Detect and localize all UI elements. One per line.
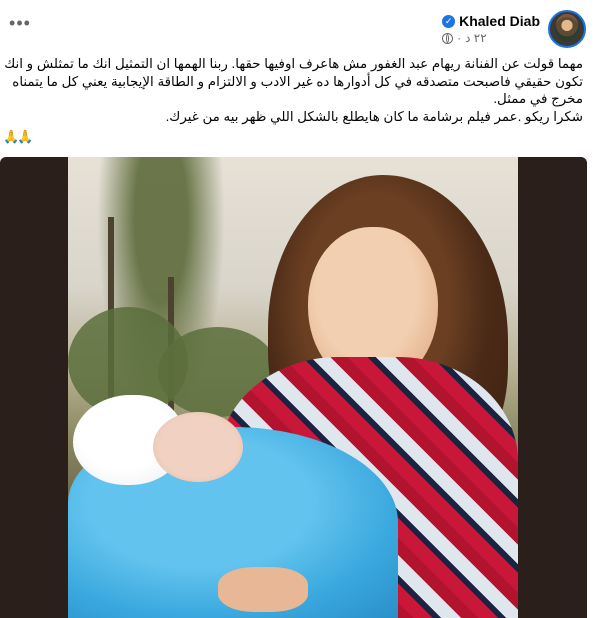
more-options-icon: ••• (9, 12, 31, 33)
post-text-line: مخرج في ممثل. (493, 91, 583, 106)
facebook-post: ••• ✓ Khaled Diab ٢٢ د · مهما قولت عن ال… (0, 0, 595, 618)
post-timestamp[interactable]: ٢٢ د (465, 31, 487, 45)
post-text-line: تكون حقيقي فاصبحت متصدقه في كل أدوارها د… (12, 73, 583, 89)
verified-badge-icon: ✓ (442, 14, 456, 28)
globe-icon (442, 32, 454, 44)
post-text-line: شكرا ريكو .عمر فيلم برشامة ما كان هايطلع… (165, 108, 583, 124)
post-meta: ✓ Khaled Diab ٢٢ د · (442, 13, 540, 45)
post-photo[interactable] (68, 157, 518, 618)
woman-hand (218, 567, 308, 612)
post-header: ✓ Khaled Diab ٢٢ د · (442, 8, 586, 50)
avatar[interactable] (548, 10, 586, 48)
baby-face (153, 412, 243, 482)
praying-hands-emoji: 🙏🙏 (3, 129, 33, 144)
post-text: مهما قولت عن الفنانة ريهام عبد الغفور مش… (4, 55, 583, 125)
more-options-button[interactable]: ••• (6, 12, 34, 34)
post-time-row: ٢٢ د · (442, 31, 487, 45)
post-media[interactable] (0, 157, 587, 618)
author-row: ✓ Khaled Diab (442, 13, 540, 29)
separator-dot: · (457, 31, 462, 45)
author-name[interactable]: Khaled Diab (459, 13, 540, 29)
post-text-line: مهما قولت عن الفنانة ريهام عبد الغفور مش… (4, 56, 583, 71)
